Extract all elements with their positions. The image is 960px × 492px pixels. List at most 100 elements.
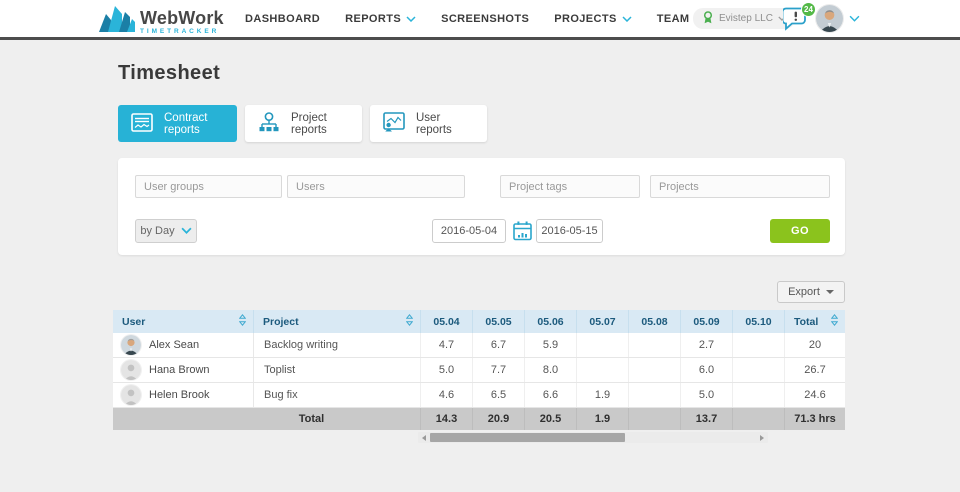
total-cell: 20.5	[524, 408, 576, 430]
hours-cell: 7.7	[472, 358, 524, 382]
column-header-date: 05.08	[628, 310, 680, 333]
nav-item-screenshots[interactable]: SCREENSHOTS	[441, 13, 529, 25]
sort-icon	[405, 313, 414, 329]
tab-label: Contract reports	[164, 111, 208, 136]
hours-cell: 6.0	[680, 358, 732, 382]
go-button[interactable]: GO	[770, 219, 830, 243]
chevron-down-icon	[622, 15, 632, 22]
hours-cell: 2.7	[680, 333, 732, 357]
chart-person-icon	[383, 112, 405, 135]
nav-item-dashboard[interactable]: DASHBOARD	[245, 13, 320, 25]
column-header-date: 05.06	[524, 310, 576, 333]
webwork-timesheet-page: WebWork TIMETRACKER DASHBOARD REPORTS SC…	[0, 0, 960, 492]
nav-item-projects[interactable]: PROJECTS	[554, 13, 632, 25]
scroll-right-arrow-icon[interactable]	[760, 434, 764, 441]
project-tags-input[interactable]	[500, 175, 640, 198]
tab-project-reports[interactable]: Project reports	[245, 105, 362, 142]
user-name: Alex Sean	[149, 339, 200, 351]
hours-cell: 5.0	[420, 358, 472, 382]
total-cell: 1.9	[576, 408, 628, 430]
column-label: 05.05	[485, 315, 512, 328]
hours-cell: 5.9	[524, 333, 576, 357]
brand-tagline: TIMETRACKER	[140, 27, 220, 35]
hours-cell: 5.0	[680, 383, 732, 407]
notifications-button[interactable]: 24	[781, 2, 816, 36]
nav-item-label: SCREENSHOTS	[441, 12, 530, 25]
brand-name: WebWork	[140, 7, 224, 28]
hours-cell	[576, 358, 628, 382]
project-name: Backlog writing	[253, 333, 420, 357]
contract-report-icon	[131, 112, 153, 135]
user-groups-input[interactable]	[135, 175, 282, 198]
timesheet-table: User Project 05.04 05.05 05.06 05.07 05.…	[113, 310, 845, 430]
scrollbar-thumb[interactable]	[430, 433, 625, 442]
hours-cell: 6.5	[472, 383, 524, 407]
scroll-left-arrow-icon[interactable]	[422, 434, 426, 441]
hours-cell	[628, 333, 680, 357]
table-horizontal-scrollbar[interactable]	[418, 432, 768, 443]
hours-cell	[628, 383, 680, 407]
grand-total-cell: 71.3 hrs	[784, 408, 845, 430]
tab-user-reports[interactable]: User reports	[370, 105, 487, 142]
date-to-input[interactable]	[536, 219, 603, 243]
export-button[interactable]: Export	[777, 281, 845, 303]
row-avatar	[121, 335, 141, 355]
column-label: Total	[794, 315, 819, 328]
nav-item-label: REPORTS	[345, 12, 402, 25]
column-header-user[interactable]: User	[113, 310, 253, 333]
page-title: Timesheet	[118, 62, 221, 84]
tab-contract-reports[interactable]: Contract reports	[118, 105, 237, 142]
tab-label: Project reports	[291, 111, 327, 136]
company-selector[interactable]: Evistep LLC	[693, 8, 795, 29]
table-header-row: User Project 05.04 05.05 05.06 05.07 05.…	[113, 310, 845, 333]
chevron-down-icon	[181, 225, 192, 237]
sort-icon	[238, 313, 247, 329]
row-total-cell: 24.6	[784, 383, 845, 407]
projects-input[interactable]	[650, 175, 830, 198]
hours-cell: 4.7	[420, 333, 472, 357]
user-name: Hana Brown	[149, 364, 210, 376]
award-ribbon-icon	[702, 10, 714, 27]
total-cell	[628, 408, 680, 430]
chat-bubble-icon	[781, 7, 810, 36]
column-label: 05.06	[537, 315, 564, 328]
period-label: by Day	[140, 225, 175, 237]
hours-cell: 4.6	[420, 383, 472, 407]
column-header-date: 05.09	[680, 310, 732, 333]
total-cell: 13.7	[680, 408, 732, 430]
calendar-icon[interactable]	[513, 221, 532, 241]
project-name: Toplist	[253, 358, 420, 382]
nav-item-label: PROJECTS	[554, 12, 617, 25]
column-header-project[interactable]: Project	[253, 310, 420, 333]
main-nav: DASHBOARD REPORTS SCREENSHOTS PROJECTS T…	[245, 0, 705, 37]
project-name: Bug fix	[253, 383, 420, 407]
column-label: Project	[263, 315, 299, 328]
column-label: 05.04	[433, 315, 460, 328]
period-select[interactable]: by Day	[135, 219, 197, 243]
hours-cell: 8.0	[524, 358, 576, 382]
users-input[interactable]	[287, 175, 465, 198]
nav-item-reports[interactable]: REPORTS	[345, 13, 416, 25]
total-cell: 14.3	[420, 408, 472, 430]
table-total-row: Total 14.3 20.9 20.5 1.9 13.7 71.3 hrs	[113, 408, 845, 430]
row-avatar	[121, 360, 141, 380]
user-menu[interactable]	[816, 5, 860, 32]
total-cell	[732, 408, 784, 430]
org-chart-icon	[258, 111, 280, 136]
column-label: User	[122, 315, 146, 328]
filter-panel: by Day GO	[118, 158, 845, 255]
top-nav: WebWork TIMETRACKER DASHBOARD REPORTS SC…	[0, 0, 960, 37]
total-label: Total	[298, 413, 325, 425]
nav-divider	[0, 37, 960, 40]
table-row: Helen Brook Bug fix 4.6 6.5 6.6 1.9 5.0 …	[113, 383, 845, 408]
row-avatar	[121, 385, 141, 405]
column-label: 05.10	[745, 315, 772, 328]
column-label: 05.07	[589, 315, 616, 328]
hours-cell: 6.6	[524, 383, 576, 407]
row-total-cell: 26.7	[784, 358, 845, 382]
table-row: Alex Sean Backlog writing 4.7 6.7 5.9 2.…	[113, 333, 845, 358]
date-from-input[interactable]	[432, 219, 506, 243]
column-header-total[interactable]: Total	[784, 310, 845, 333]
logo-icon	[99, 4, 135, 37]
webwork-logo[interactable]: WebWork TIMETRACKER	[99, 4, 224, 37]
